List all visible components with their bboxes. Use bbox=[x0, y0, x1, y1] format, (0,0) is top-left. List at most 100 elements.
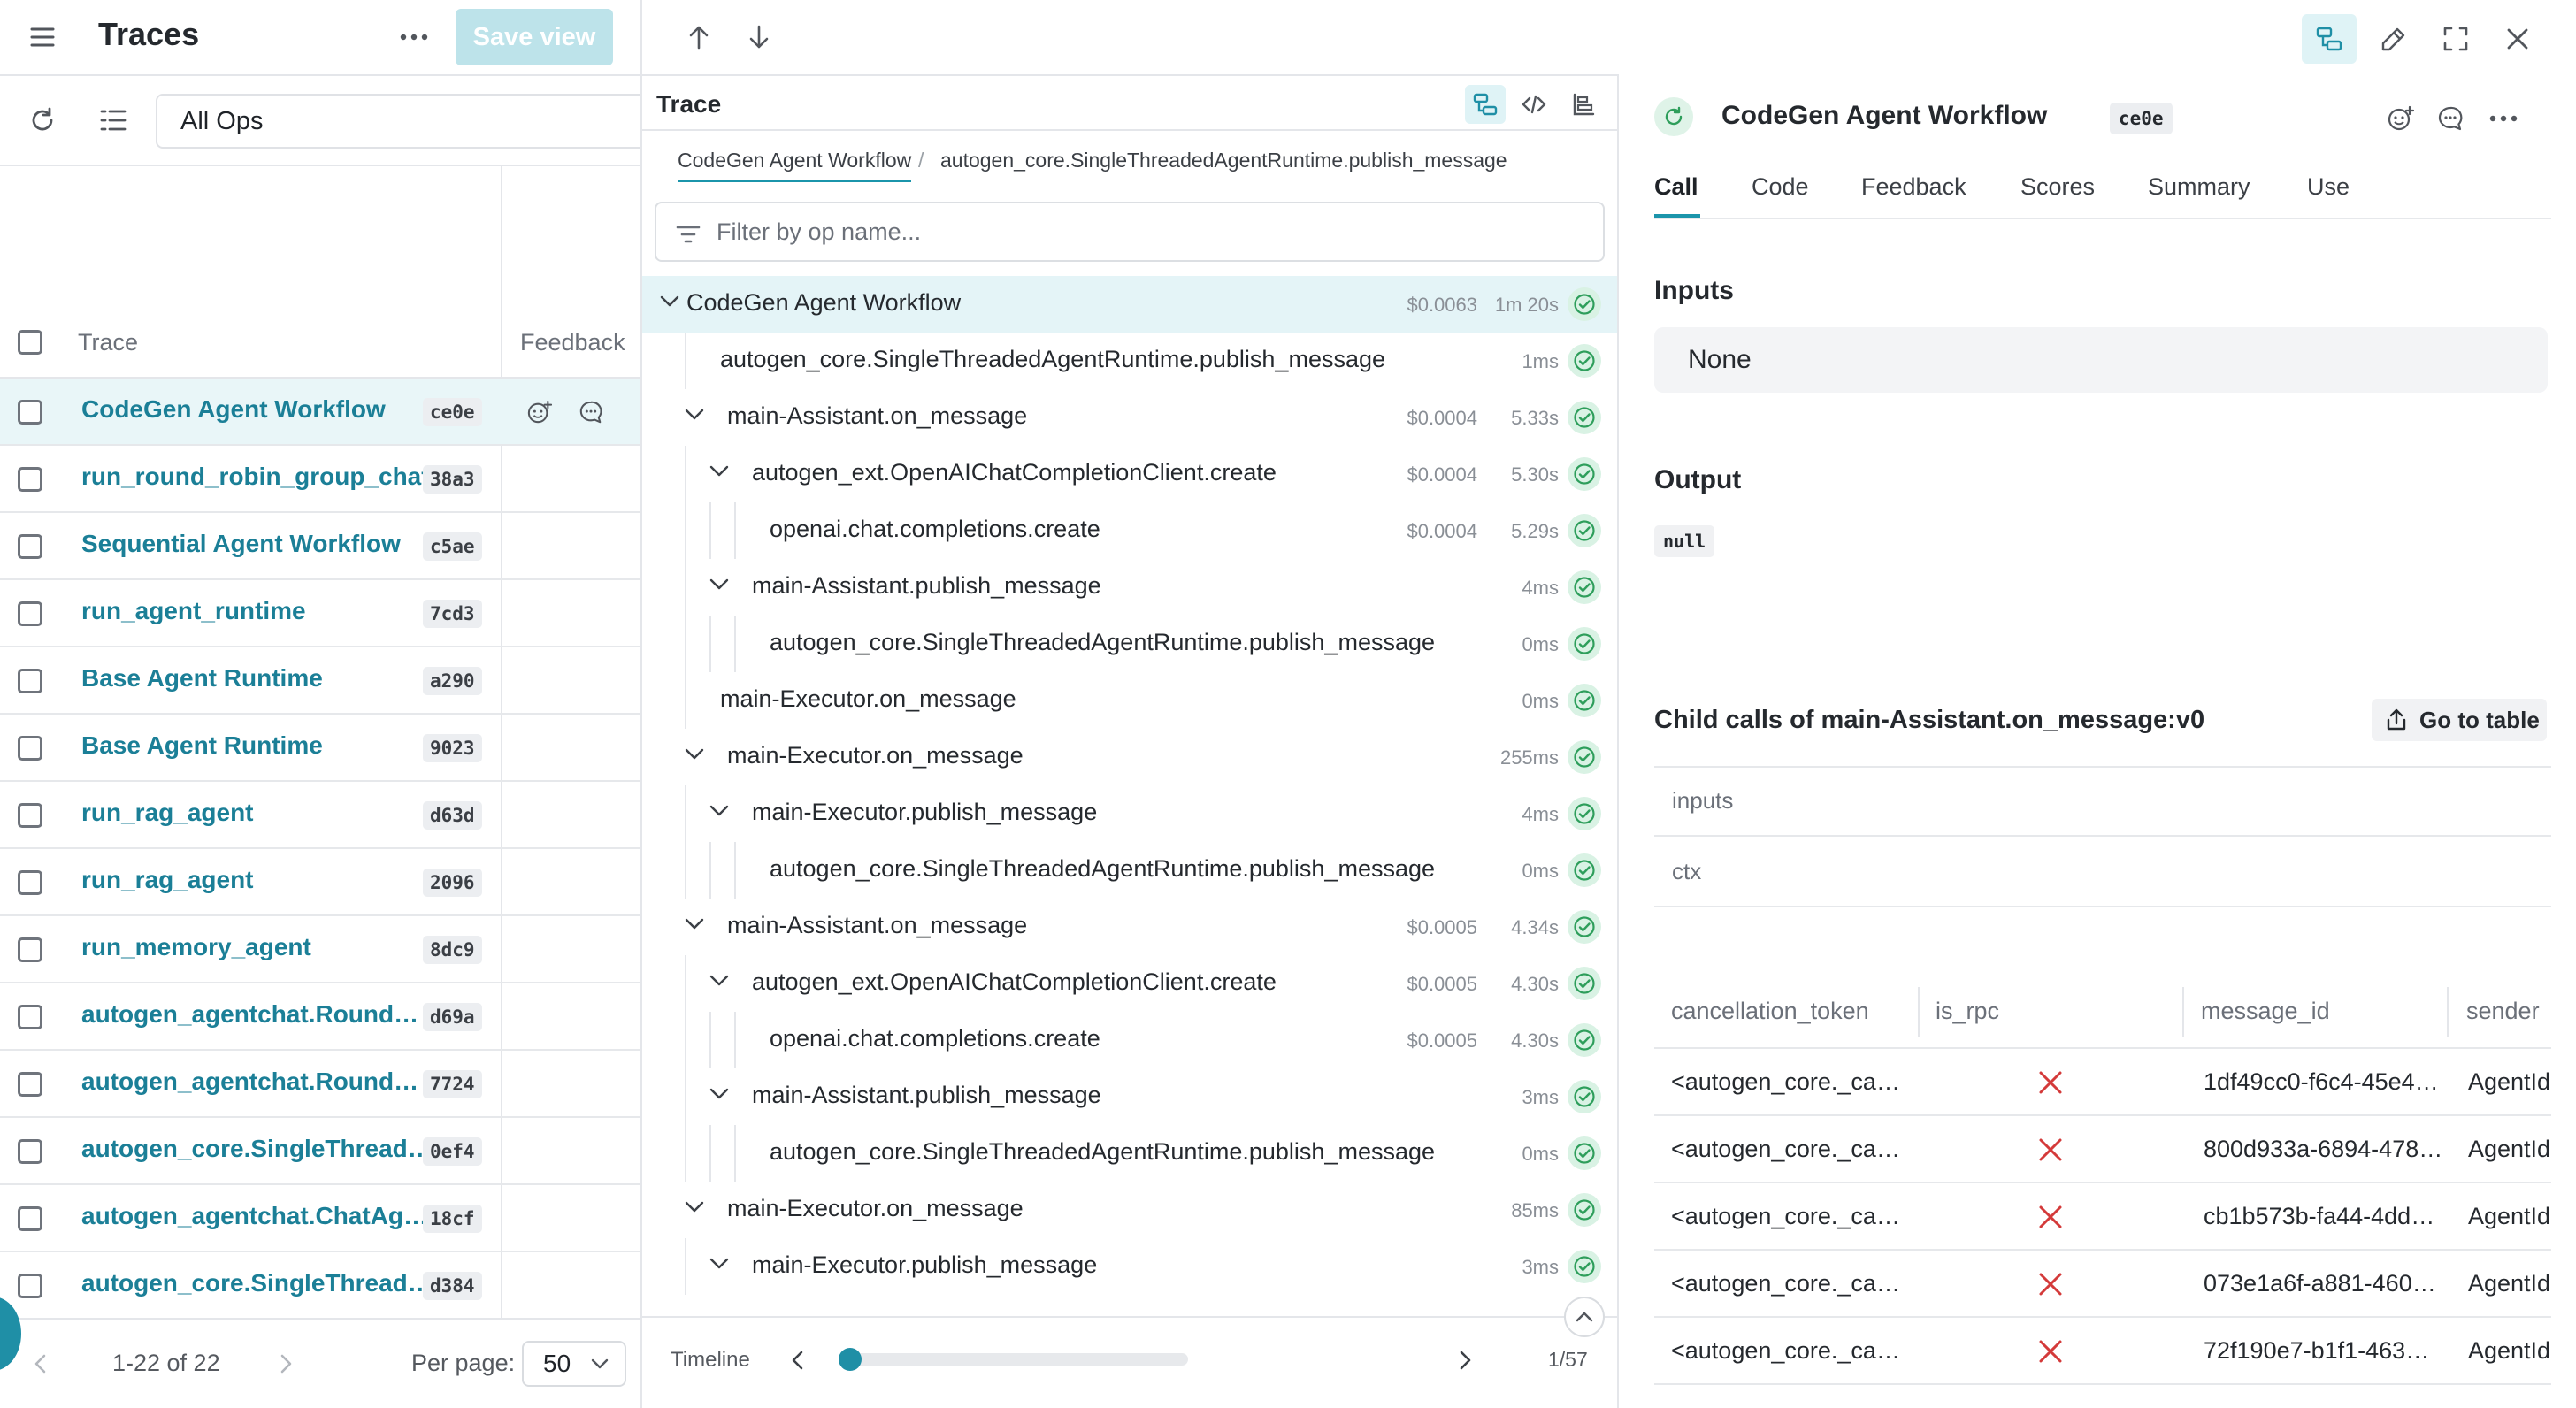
breadcrumb-current[interactable]: autogen_core.SingleThreadedAgentRuntime.… bbox=[940, 149, 1507, 172]
chevron-down-icon[interactable] bbox=[709, 975, 729, 987]
trace-tree-row[interactable]: main-Assistant.publish_message 4ms bbox=[642, 559, 1617, 616]
row-checkbox[interactable] bbox=[18, 669, 42, 693]
trace-id-badge[interactable]: 7cd3 bbox=[423, 600, 482, 628]
chevron-down-icon[interactable] bbox=[709, 1258, 729, 1270]
trace-tree-row[interactable]: autogen_ext.OpenAIChatCompletionClient.c… bbox=[642, 955, 1617, 1012]
row-checkbox[interactable] bbox=[18, 1139, 42, 1164]
scroll-top-icon[interactable] bbox=[1564, 1297, 1605, 1337]
trace-id-badge[interactable]: 2096 bbox=[423, 869, 482, 897]
op-filter-select[interactable]: All Ops bbox=[156, 94, 640, 149]
trace-tree-row[interactable]: main-Executor.on_message 0ms bbox=[642, 672, 1617, 729]
table-row[interactable]: run_round_robin_group_chat 38a3 bbox=[0, 446, 640, 513]
trace-id-badge[interactable]: d63d bbox=[423, 801, 482, 830]
tree-layout-icon[interactable] bbox=[2302, 14, 2357, 64]
row-checkbox[interactable] bbox=[18, 534, 42, 559]
trace-tree-row[interactable]: autogen_core.SingleThreadedAgentRuntime.… bbox=[642, 842, 1617, 899]
trace-id-badge[interactable]: 9023 bbox=[423, 734, 482, 762]
columns-icon[interactable] bbox=[96, 103, 131, 138]
chevron-down-icon[interactable] bbox=[709, 465, 729, 478]
add-reaction-icon[interactable] bbox=[2383, 101, 2419, 136]
trace-tree-row[interactable]: autogen_core.SingleThreadedAgentRuntime.… bbox=[642, 333, 1617, 389]
timeline-view-icon[interactable] bbox=[1564, 85, 1603, 124]
table-row[interactable]: autogen_agentchat.Round… 7724 bbox=[0, 1051, 640, 1118]
trace-tree-row[interactable]: openai.chat.completions.create $0.0005 4.3… bbox=[642, 1012, 1617, 1068]
row-checkbox[interactable] bbox=[18, 870, 42, 895]
trace-tree-row[interactable]: autogen_ext.OpenAIChatCompletionClient.c… bbox=[642, 446, 1617, 502]
tab-feedback[interactable]: Feedback bbox=[1861, 173, 1966, 201]
edit-icon[interactable] bbox=[2373, 18, 2415, 60]
code-view-icon[interactable] bbox=[1514, 85, 1553, 124]
row-checkbox[interactable] bbox=[18, 1274, 42, 1298]
save-view-button[interactable]: Save view bbox=[456, 9, 613, 65]
trace-name-link[interactable]: Base Agent Runtime bbox=[81, 731, 323, 760]
table-row[interactable]: run_rag_agent 2096 bbox=[0, 849, 640, 916]
tab-scores[interactable]: Scores bbox=[2020, 173, 2095, 201]
comment-icon[interactable] bbox=[575, 396, 607, 428]
tab-call[interactable]: Call bbox=[1654, 173, 1698, 201]
row-checkbox[interactable] bbox=[18, 803, 42, 828]
chevron-down-icon[interactable] bbox=[685, 1201, 704, 1213]
op-name-filter-input[interactable]: Filter by op name... bbox=[655, 202, 1605, 262]
table-row[interactable]: autogen_agentchat.Round… d69a bbox=[0, 983, 640, 1051]
table-row[interactable]: run_agent_runtime 7cd3 bbox=[0, 580, 640, 647]
trace-tree-row[interactable]: main-Executor.publish_message 3ms bbox=[642, 1238, 1617, 1295]
trace-id-badge[interactable]: a290 bbox=[423, 667, 482, 695]
call-more-options-icon[interactable] bbox=[2482, 101, 2525, 136]
col-is-rpc[interactable]: is_rpc bbox=[1936, 998, 1999, 1025]
tab-use[interactable]: Use bbox=[2307, 173, 2350, 201]
chevron-down-icon[interactable] bbox=[660, 295, 679, 308]
trace-tree-row[interactable]: main-Assistant.on_message $0.0005 4.34s bbox=[642, 899, 1617, 955]
table-row[interactable]: autogen_core.SingleThread… 0ef4 bbox=[0, 1118, 640, 1185]
timeline-prev-icon[interactable] bbox=[784, 1344, 810, 1376]
row-checkbox[interactable] bbox=[18, 937, 42, 962]
trace-tree-row[interactable]: CodeGen Agent Workflow $0.0063 1m 20s bbox=[642, 276, 1617, 333]
select-all-checkbox[interactable] bbox=[18, 330, 42, 355]
table-row[interactable]: Base Agent Runtime 9023 bbox=[0, 715, 640, 782]
menu-icon[interactable] bbox=[25, 19, 60, 55]
table-row[interactable]: Sequential Agent Workflow c5ae bbox=[0, 513, 640, 580]
col-sender[interactable]: sender bbox=[2466, 998, 2540, 1025]
arrow-down-icon[interactable] bbox=[741, 19, 777, 55]
chevron-down-icon[interactable] bbox=[685, 409, 704, 421]
row-checkbox[interactable] bbox=[18, 1005, 42, 1029]
timeline-next-icon[interactable] bbox=[1453, 1344, 1479, 1376]
timeline-slider-track[interactable] bbox=[848, 1353, 1188, 1366]
trace-id-badge[interactable]: 8dc9 bbox=[423, 936, 482, 964]
table-row[interactable]: autogen_core.SingleThread… d384 bbox=[0, 1252, 640, 1320]
row-checkbox[interactable] bbox=[18, 400, 42, 425]
chevron-down-icon[interactable] bbox=[685, 918, 704, 930]
timeline-slider-thumb[interactable] bbox=[839, 1348, 862, 1371]
table-row[interactable]: <autogen_core._ca… 72f190e7-b1f1-463… Agen… bbox=[1619, 1318, 2576, 1385]
row-checkbox[interactable] bbox=[18, 467, 42, 492]
next-page-icon[interactable] bbox=[273, 1348, 300, 1380]
chevron-down-icon[interactable] bbox=[685, 748, 704, 761]
trace-name-link[interactable]: Sequential Agent Workflow bbox=[81, 530, 401, 558]
row-checkbox[interactable] bbox=[18, 1072, 42, 1097]
chevron-down-icon[interactable] bbox=[709, 805, 729, 817]
tab-code[interactable]: Code bbox=[1752, 173, 1809, 201]
table-row[interactable]: Base Agent Runtime a290 bbox=[0, 647, 640, 715]
table-row[interactable]: <autogen_core._ca… 800d933a-6894-478… Agen… bbox=[1619, 1116, 2576, 1183]
table-row[interactable]: autogen_agentchat.ChatAg… 18cf bbox=[0, 1185, 640, 1252]
trace-id-badge[interactable]: 7724 bbox=[423, 1070, 482, 1098]
trace-name-link[interactable]: run_round_robin_group_chat bbox=[81, 463, 430, 491]
trace-id-badge[interactable]: 18cf bbox=[423, 1205, 482, 1233]
feedback-column-header[interactable]: Feedback bbox=[520, 329, 625, 356]
trace-tree-row[interactable]: openai.chat.completions.create $0.0004 5.2… bbox=[642, 502, 1617, 559]
trace-name-link[interactable]: run_memory_agent bbox=[81, 933, 311, 961]
trace-column-header[interactable]: Trace bbox=[78, 329, 138, 356]
add-reaction-icon[interactable] bbox=[524, 396, 556, 428]
trace-tree-row[interactable]: main-Executor.publish_message 4ms bbox=[642, 785, 1617, 842]
prev-page-icon[interactable] bbox=[27, 1348, 53, 1380]
go-to-table-button[interactable]: Go to table bbox=[2372, 699, 2547, 741]
comment-icon[interactable] bbox=[2433, 101, 2468, 136]
trace-id-badge[interactable]: ce0e bbox=[423, 398, 482, 426]
breadcrumb-root[interactable]: CodeGen Agent Workflow bbox=[678, 149, 912, 182]
trace-tree-row[interactable]: autogen_core.SingleThreadedAgentRuntime.… bbox=[642, 616, 1617, 672]
per-page-select[interactable]: 50 bbox=[522, 1341, 626, 1387]
trace-id-badge[interactable]: d384 bbox=[423, 1272, 482, 1300]
more-options-icon[interactable] bbox=[395, 19, 433, 55]
child-inputs-row[interactable]: inputs bbox=[1654, 766, 2551, 837]
trace-name-link[interactable]: CodeGen Agent Workflow bbox=[81, 395, 386, 424]
tab-summary[interactable]: Summary bbox=[2148, 173, 2250, 201]
